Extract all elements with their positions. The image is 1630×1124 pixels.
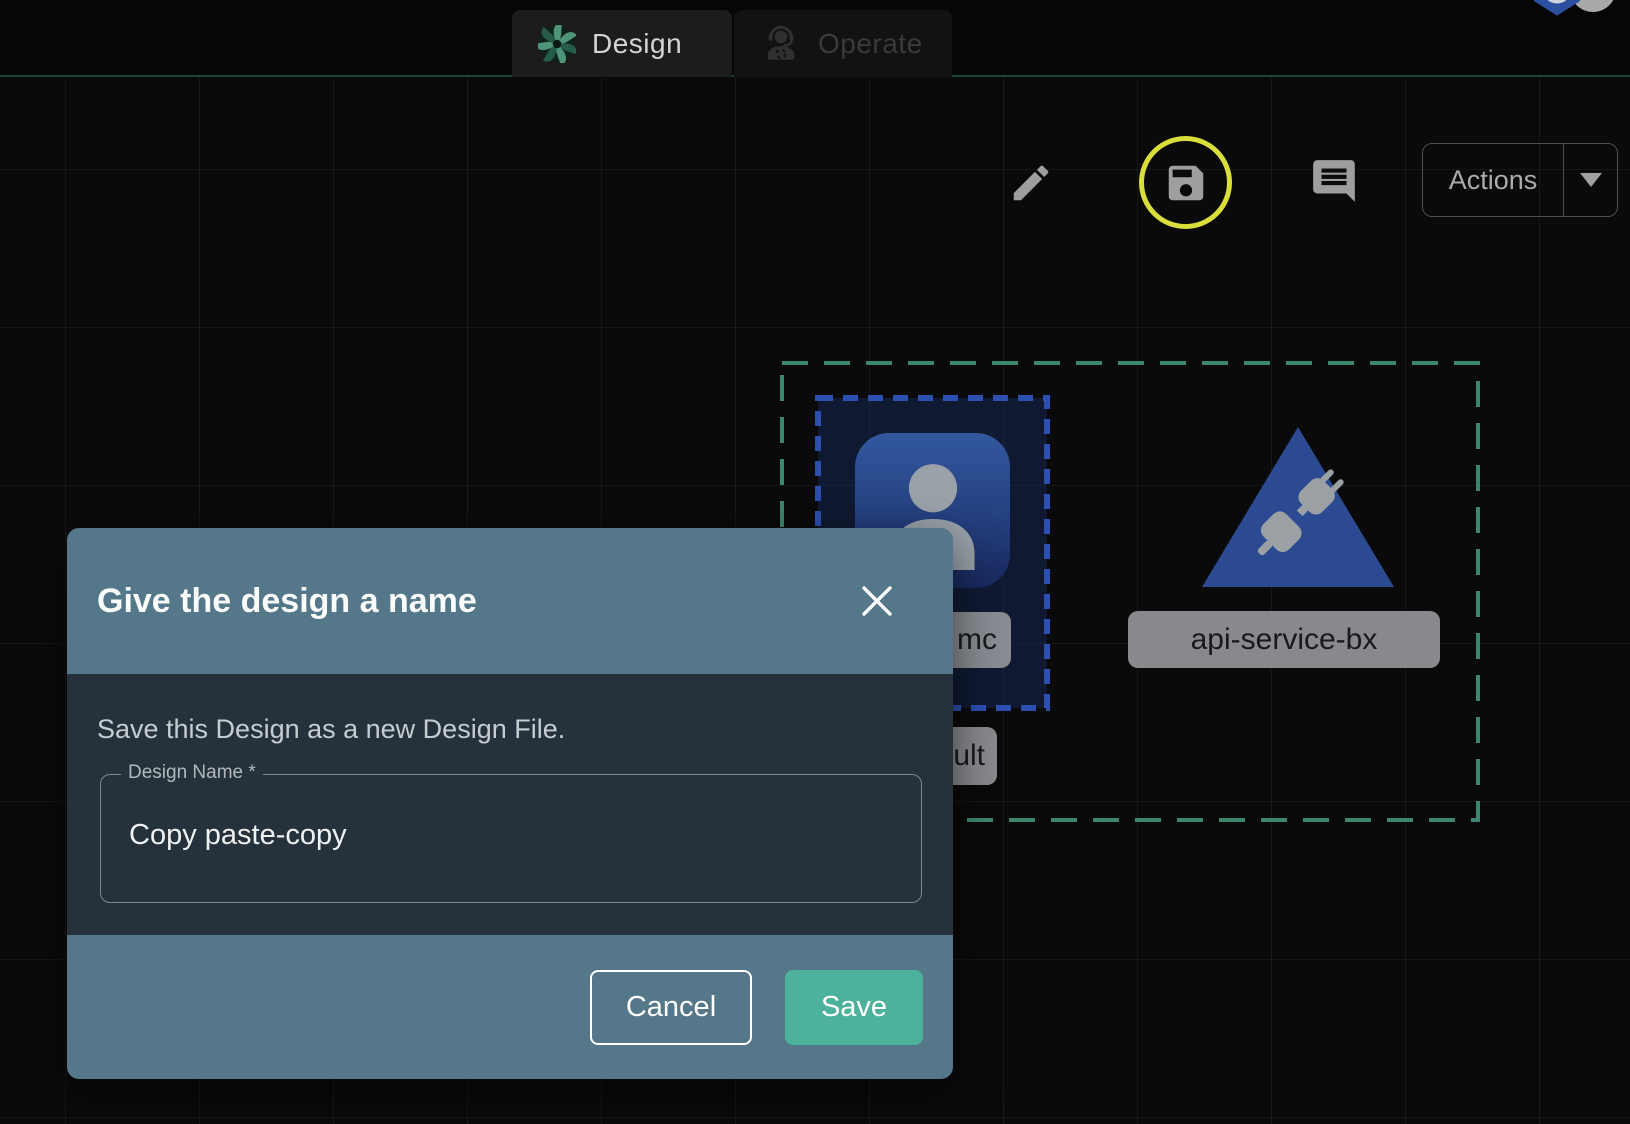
actions-dropdown-button[interactable]: Actions: [1422, 143, 1618, 217]
modal-header: Give the design a name: [67, 528, 953, 674]
node-label-api-service: api-service-bx: [1128, 611, 1440, 668]
headset-person-icon: [760, 23, 802, 65]
meshery-logo-icon: [538, 25, 576, 63]
tab-operate[interactable]: Operate: [734, 10, 952, 77]
save-design-modal: Give the design a name Save this Design …: [67, 528, 953, 1079]
cancel-button[interactable]: Cancel: [590, 970, 752, 1045]
pencil-icon: [1008, 160, 1054, 206]
caret-down-icon: [1580, 173, 1602, 187]
save-button[interactable]: Save: [785, 970, 923, 1045]
modal-title: Give the design a name: [97, 582, 477, 621]
top-navigation: Design Operate: [0, 0, 1630, 77]
tab-design-label: Design: [592, 28, 682, 60]
comment-button[interactable]: [1303, 150, 1365, 212]
design-name-field: Design Name *: [100, 774, 922, 903]
modal-description: Save this Design as a new Design File.: [97, 714, 565, 745]
close-icon: [859, 583, 895, 619]
modal-body: Save this Design as a new Design File. D…: [67, 674, 953, 935]
kubernetes-context-icon[interactable]: [1528, 0, 1586, 23]
design-name-input[interactable]: [101, 775, 921, 902]
actions-caret-area[interactable]: [1564, 173, 1617, 187]
save-design-button[interactable]: [1139, 136, 1232, 229]
tab-design[interactable]: Design: [512, 10, 732, 77]
modal-footer: Cancel Save: [67, 935, 953, 1079]
edit-button[interactable]: [1000, 152, 1062, 214]
api-service-node[interactable]: [1198, 423, 1398, 596]
comment-icon: [1309, 156, 1359, 206]
floppy-save-icon: [1163, 160, 1209, 206]
tab-operate-label: Operate: [818, 28, 923, 60]
close-button[interactable]: [859, 583, 895, 619]
actions-label: Actions: [1423, 165, 1563, 196]
